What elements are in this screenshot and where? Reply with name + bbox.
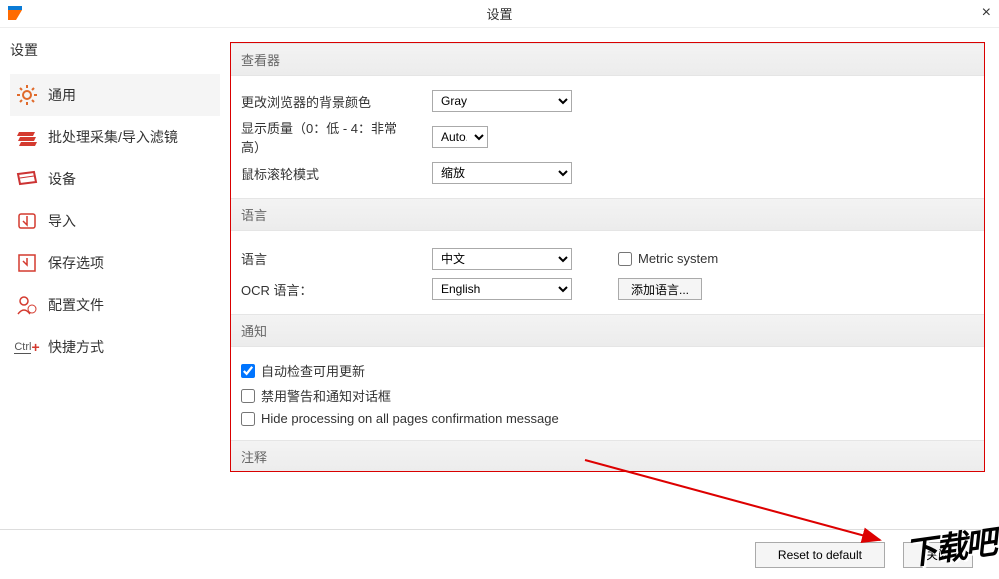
app-icon (6, 4, 24, 22)
sidebar-item-label: 批处理采集/导入滤镜 (48, 127, 178, 147)
disable-warn-label: 禁用警告和通知对话框 (261, 386, 391, 405)
sidebar: 设置 通用 批处理采集/导入滤镜 设备 导入 保存选项 配置文件 Ctrl+ (0, 28, 230, 529)
sidebar-item-label: 设备 (48, 169, 76, 189)
section-viewer-header: 查看器 (231, 43, 984, 76)
sidebar-item-shortcut[interactable]: Ctrl+ 快捷方式 (10, 326, 220, 368)
close-icon[interactable]: × (982, 4, 991, 22)
ctrl-icon: Ctrl+ (16, 336, 38, 358)
sidebar-item-label: 配置文件 (48, 295, 104, 315)
sidebar-item-save[interactable]: 保存选项 (10, 242, 220, 284)
stack-icon (16, 126, 38, 148)
sidebar-item-label: 通用 (48, 85, 76, 105)
lang-label: 语言 (241, 249, 416, 268)
gear-icon (16, 84, 38, 106)
sidebar-item-label: 快捷方式 (48, 337, 104, 357)
settings-panel: 查看器 更改浏览器的背景颜色 Gray 显示质量（0：低 - 4：非常高） Au… (230, 42, 985, 472)
sidebar-title: 设置 (10, 40, 220, 60)
sidebar-item-label: 保存选项 (48, 253, 104, 273)
bgcolor-select[interactable]: Gray (432, 90, 572, 112)
wheel-label: 鼠标滚轮模式 (241, 164, 416, 183)
section-anno-header: 注释 (231, 440, 984, 472)
ocr-select[interactable]: English (432, 278, 572, 300)
add-language-button[interactable]: 添加语言... (618, 278, 702, 300)
sidebar-item-profile[interactable]: 配置文件 (10, 284, 220, 326)
sidebar-item-import[interactable]: 导入 (10, 200, 220, 242)
scanner-icon (16, 168, 38, 190)
disable-warn-checkbox[interactable] (241, 389, 255, 403)
ocr-label: OCR 语言： (241, 280, 416, 299)
save-icon (16, 252, 38, 274)
sidebar-item-general[interactable]: 通用 (10, 74, 220, 116)
sidebar-item-batch[interactable]: 批处理采集/导入滤镜 (10, 116, 220, 158)
auto-update-checkbox[interactable] (241, 364, 255, 378)
quality-select[interactable]: Auto. (432, 126, 488, 148)
bgcolor-label: 更改浏览器的背景颜色 (241, 92, 416, 111)
sidebar-item-label: 导入 (48, 211, 76, 231)
wheel-select[interactable]: 缩放 (432, 162, 572, 184)
auto-update-label: 自动检查可用更新 (261, 361, 365, 380)
reset-button[interactable]: Reset to default (755, 542, 885, 568)
import-icon (16, 210, 38, 232)
profile-icon (16, 294, 38, 316)
sidebar-item-device[interactable]: 设备 (10, 158, 220, 200)
metric-label: Metric system (638, 251, 718, 266)
quality-label: 显示质量（0：低 - 4：非常高） (241, 118, 416, 156)
metric-checkbox[interactable] (618, 252, 632, 266)
section-language-header: 语言 (231, 198, 984, 231)
window-title: 设置 (486, 4, 512, 23)
close-button[interactable]: 关闭 (903, 542, 973, 568)
section-notify-header: 通知 (231, 314, 984, 347)
lang-select[interactable]: 中文 (432, 248, 572, 270)
footer: Reset to default 关闭 (0, 529, 999, 579)
hide-processing-checkbox[interactable] (241, 412, 255, 426)
hide-processing-label: Hide processing on all pages confirmatio… (261, 411, 559, 426)
